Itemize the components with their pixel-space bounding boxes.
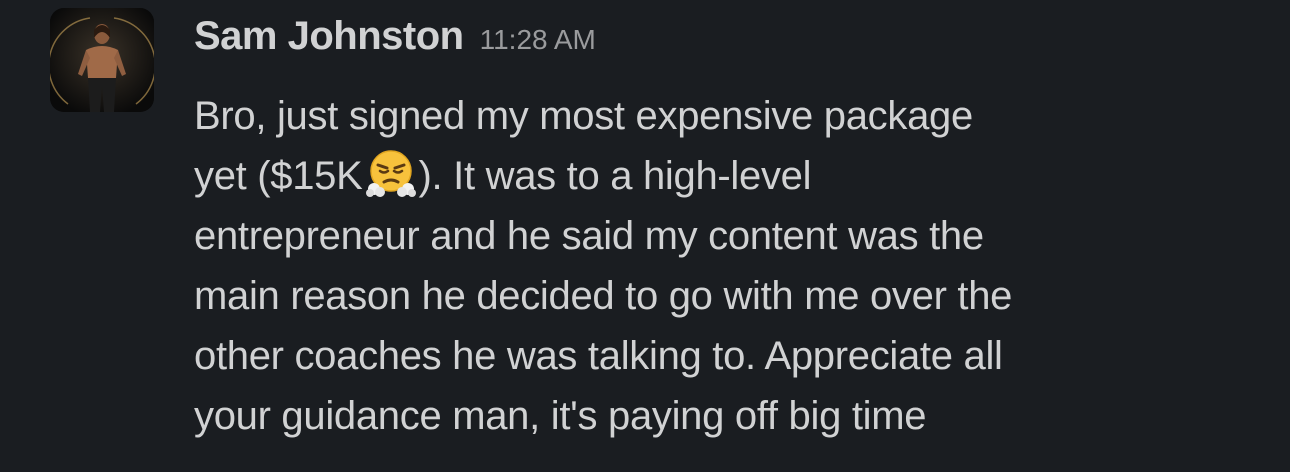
user-photo-avatar-icon [50, 8, 154, 112]
message-line-with-emoji: yet ($15K ). It was to a high-level [194, 146, 1274, 206]
message-line: your guidance man, it's paying off big t… [194, 394, 927, 438]
sender-avatar[interactable] [50, 8, 154, 112]
message-timestamp[interactable]: 11:28 AM [480, 24, 596, 56]
message-body: Bro, just signed my most expensive packa… [194, 86, 1274, 446]
message-line: Bro, just signed my most expensive packa… [194, 94, 973, 138]
sender-name[interactable]: Sam Johnston [194, 14, 464, 59]
message-line: entrepreneur and he said my content was … [194, 214, 984, 258]
message-header: Sam Johnston 11:28 AM [194, 14, 596, 66]
face-with-steam-from-nose-emoji-icon [365, 147, 417, 199]
chat-message: Sam Johnston 11:28 AM Bro, just signed m… [0, 0, 1290, 472]
message-text-segment: yet ($15K [194, 154, 363, 198]
message-line: main reason he decided to go with me ove… [194, 274, 1013, 318]
message-text-segment: ). It was to a high-level [418, 154, 812, 198]
message-line: other coaches he was talking to. Appreci… [194, 334, 1003, 378]
